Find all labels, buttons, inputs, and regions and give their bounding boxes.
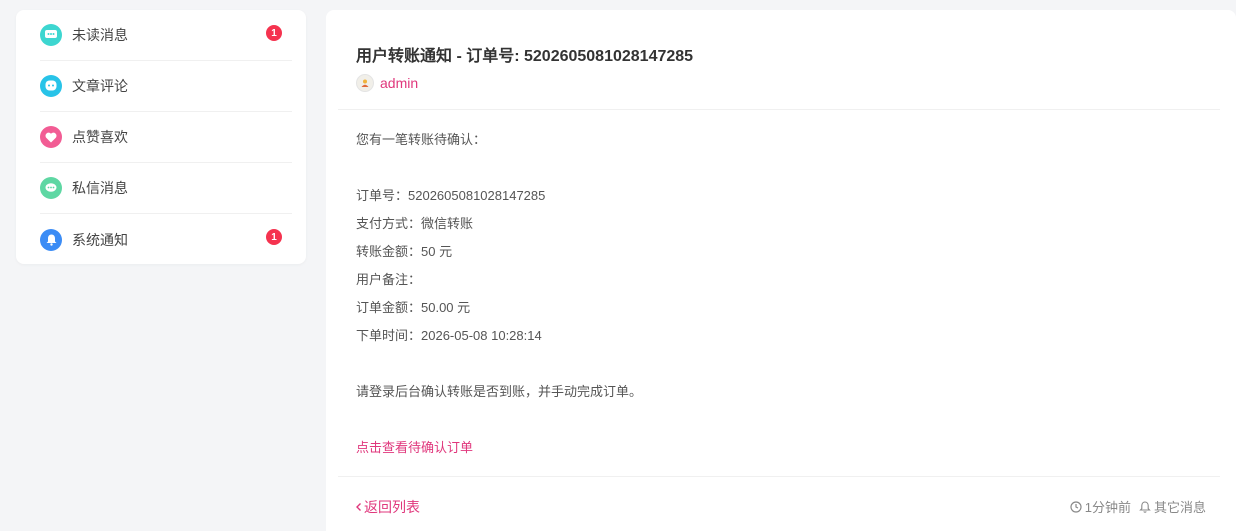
transfer-amount-line: 转账金额：50 元 xyxy=(356,244,453,259)
sidebar-item-private-messages[interactable]: 私信消息 xyxy=(40,163,292,214)
avatar xyxy=(356,74,374,92)
instruction-line: 请登录后台确认转账是否到账，并手动完成订单。 xyxy=(356,384,643,399)
other-messages-label: 其它消息 xyxy=(1153,500,1206,515)
footer-divider xyxy=(338,476,1220,477)
sidebar-item-system-notice[interactable]: 系统通知 1 xyxy=(40,214,292,265)
notice-meta: 1分钟前 其它消息 xyxy=(1062,497,1206,516)
payment-method-line: 支付方式：微信转账 xyxy=(356,216,474,231)
bell-outline-icon xyxy=(1139,500,1151,513)
unread-count-badge: 1 xyxy=(266,25,282,41)
chat-icon xyxy=(40,177,62,199)
back-to-list-button[interactable]: 返回列表 xyxy=(354,497,420,517)
sidebar-item-label: 点赞喜欢 xyxy=(72,129,128,145)
notice-intro: 您有一笔转账待确认： xyxy=(356,132,487,147)
notice-detail-panel: 用户转账通知 - 订单号: 5202605081028147285 admin … xyxy=(326,10,1236,531)
other-messages-link[interactable]: 其它消息 xyxy=(1139,497,1206,516)
bell-icon xyxy=(40,228,62,251)
comment-icon xyxy=(40,75,62,97)
order-time-line: 下单时间：2026-05-08 10:28:14 xyxy=(356,328,542,343)
notice-time-text: 1分钟前 xyxy=(1084,500,1131,515)
back-label: 返回列表 xyxy=(364,499,420,515)
order-number-line: 订单号：5202605081028147285 xyxy=(356,188,546,203)
sidebar-item-label: 未读消息 xyxy=(72,27,128,43)
sidebar-item-comments[interactable]: 文章评论 xyxy=(40,61,292,112)
author-name: admin xyxy=(380,75,419,91)
notice-title: 用户转账通知 - 订单号: 5202605081028147285 xyxy=(356,48,694,65)
clock-icon xyxy=(1070,500,1082,513)
system-notice-count-badge: 1 xyxy=(266,229,282,245)
header-divider xyxy=(338,109,1220,110)
message-sidebar: 未读消息 1 文章评论 点赞喜欢 私信消息 系统通知 1 xyxy=(16,10,306,264)
message-dots-icon xyxy=(40,24,62,46)
sidebar-item-likes[interactable]: 点赞喜欢 xyxy=(40,112,292,163)
user-remark-line: 用户备注： xyxy=(356,272,422,287)
sidebar-item-label: 系统通知 xyxy=(72,231,128,248)
heart-icon xyxy=(40,126,62,148)
order-amount-line: 订单金额：50.00 元 xyxy=(356,300,471,315)
chevron-left-icon xyxy=(356,503,361,511)
view-pending-orders-link[interactable]: 点击查看待确认订单 xyxy=(356,437,473,456)
notice-time: 1分钟前 xyxy=(1070,497,1131,516)
sidebar-item-unread[interactable]: 未读消息 1 xyxy=(40,10,292,61)
sidebar-item-label: 文章评论 xyxy=(72,78,128,94)
author-link[interactable]: admin xyxy=(356,74,418,92)
sidebar-item-label: 私信消息 xyxy=(72,180,128,196)
